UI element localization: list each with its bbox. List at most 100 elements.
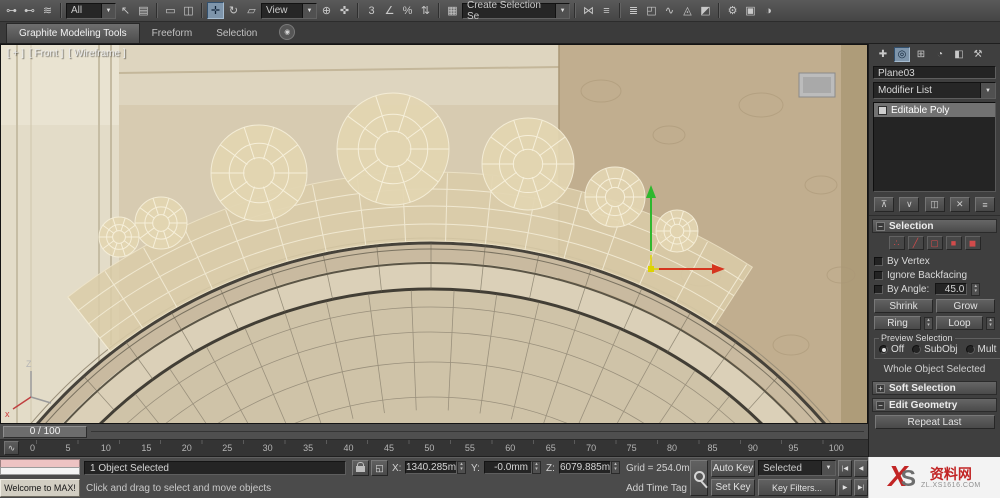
spinner-snap-icon[interactable]: ⇅ [417, 2, 434, 19]
grow-button[interactable]: Grow [936, 299, 995, 313]
selection-filter-dropdown[interactable]: All ▼ [66, 2, 116, 19]
ignore-backfacing-checkbox[interactable]: Ignore Backfacing [874, 268, 995, 282]
manage-layers-icon[interactable]: ≣ [625, 2, 642, 19]
loop-spinner[interactable]: ▴ ▾ [986, 316, 995, 330]
align-icon[interactable]: ≡ [598, 2, 615, 19]
spin-down-icon[interactable]: ▾ [925, 322, 932, 328]
graphite-ribbon-toggle-icon[interactable]: ◰ [643, 2, 660, 19]
spin-down-icon[interactable]: ▾ [533, 467, 540, 472]
selection-status-field[interactable]: 1 Object Selected [84, 461, 346, 475]
go-to-start-button[interactable]: |◀ [838, 460, 852, 477]
tab-selection[interactable]: Selection [204, 24, 269, 43]
rendered-frame-window-icon[interactable]: ▣ [742, 2, 759, 19]
element-subobject-icon[interactable]: ◼ [964, 236, 981, 250]
spin-down-icon[interactable]: ▾ [987, 322, 994, 328]
tab-freeform[interactable]: Freeform [140, 24, 205, 43]
vertex-subobject-icon[interactable]: ∴ [888, 236, 905, 250]
viewport-menu-general[interactable]: [ + ] [7, 48, 24, 59]
x-coordinate-field[interactable]: 1340.285m [405, 461, 457, 474]
modifier-list-dropdown[interactable]: Modifier List ▼ [873, 82, 996, 99]
object-name-field[interactable]: Plane03 [873, 66, 996, 79]
shrink-button[interactable]: Shrink [874, 299, 933, 313]
bind-to-space-warp-icon[interactable]: ≋ [39, 2, 56, 19]
select-and-scale-icon[interactable]: ▱ [243, 2, 260, 19]
spin-down-icon[interactable]: ▾ [612, 467, 619, 472]
mirror-icon[interactable]: ⋈ [580, 2, 597, 19]
maxscript-mini-listener[interactable] [0, 459, 80, 475]
curve-editor-icon[interactable]: ∿ [661, 2, 678, 19]
polygon-subobject-icon[interactable]: ■ [945, 236, 962, 250]
expand-icon[interactable]: − [876, 221, 885, 231]
create-tab[interactable]: ✚ [875, 47, 891, 62]
add-time-tag[interactable]: Add Time Tag [626, 483, 687, 494]
y-spinner[interactable]: ▴ ▾ [532, 461, 541, 474]
key-filter-dropdown[interactable]: Selected ▼ [758, 460, 836, 476]
reference-coordinate-dropdown[interactable]: View ▼ [261, 2, 317, 19]
rollout-selection[interactable]: − Selection [872, 219, 997, 233]
preview-subobj-radio[interactable]: SubObj [912, 344, 958, 355]
key-filters-button[interactable]: Key Filters... [758, 479, 836, 496]
modifier-stack[interactable]: Editable Poly [873, 102, 996, 192]
viewport-menu-shading[interactable]: [ Wireframe ] [68, 48, 125, 59]
viewport-menu-view[interactable]: [ Front ] [29, 48, 63, 59]
by-angle-field[interactable]: 45.0 [935, 283, 968, 295]
utilities-tab[interactable]: ⚒ [970, 47, 986, 62]
y-coordinate-field[interactable]: -0.0mm [484, 461, 532, 474]
x-spinner[interactable]: ▴ ▾ [457, 461, 466, 474]
set-key-button[interactable]: Set Key [711, 479, 755, 496]
preview-mult-radio[interactable]: Mult [965, 344, 996, 355]
select-by-name-icon[interactable]: ▤ [135, 2, 152, 19]
spin-down-icon[interactable]: ▾ [972, 288, 979, 294]
timeline-ruler[interactable]: ∿ 0 5 10 15 20 25 30 35 40 45 50 55 60 65 70 75 80 85 90 95… [0, 440, 868, 457]
expand-icon[interactable]: − [876, 400, 885, 410]
snaps-toggle-icon[interactable]: 3 [363, 2, 380, 19]
named-selection-set-dropdown[interactable]: Create Selection Se ▼ [462, 0, 570, 22]
percent-snap-icon[interactable]: % [399, 2, 416, 19]
selection-lock-toggle[interactable] [352, 460, 369, 476]
select-and-manipulate-icon[interactable]: ✜ [336, 2, 353, 19]
edit-named-selection-sets-icon[interactable]: ▦ [444, 2, 461, 19]
rollout-soft-selection[interactable]: + Soft Selection [872, 381, 997, 395]
hierarchy-tab[interactable]: ⊞ [913, 47, 929, 62]
z-spinner[interactable]: ▴ ▾ [611, 461, 620, 474]
stack-item-editable-poly[interactable]: Editable Poly [874, 103, 995, 117]
material-editor-icon[interactable]: ◩ [697, 2, 714, 19]
ribbon-minimize-button[interactable]: ◉ [279, 24, 296, 40]
ring-spinner[interactable]: ▴ ▾ [924, 316, 933, 330]
preview-off-radio[interactable]: Off [879, 344, 904, 355]
time-slider-groove[interactable] [91, 431, 864, 432]
by-angle-spinner[interactable]: ▴ ▾ [971, 282, 981, 296]
pin-stack-button[interactable]: ⊼ [874, 197, 894, 212]
ring-button[interactable]: Ring [874, 316, 921, 330]
render-production-icon[interactable]: ◑ [760, 2, 777, 19]
tab-graphite-modeling-tools[interactable]: Graphite Modeling Tools [6, 23, 140, 43]
loop-button[interactable]: Loop [936, 316, 983, 330]
select-object-icon[interactable]: ↖ [117, 2, 134, 19]
rectangular-selection-region-icon[interactable]: ▭ [162, 2, 179, 19]
rollout-edit-geometry[interactable]: − Edit Geometry [872, 398, 997, 412]
spin-down-icon[interactable]: ▾ [458, 467, 465, 472]
auto-key-button[interactable]: Auto Key [711, 460, 755, 477]
track-bar[interactable]: 0 / 100 [0, 424, 868, 440]
welcome-button[interactable]: Welcome to MAX! [0, 479, 80, 497]
modify-tab[interactable]: ◎ [894, 47, 910, 62]
border-subobject-icon[interactable]: ▢ [926, 236, 943, 250]
motion-tab[interactable]: ◔ [932, 47, 948, 62]
edge-subobject-icon[interactable]: ╱ [907, 236, 924, 250]
angle-snap-icon[interactable]: ∠ [381, 2, 398, 19]
time-slider-handle[interactable]: 0 / 100 [3, 425, 87, 438]
select-and-move-icon[interactable]: ✛ [207, 2, 224, 19]
make-unique-button[interactable]: ◫ [924, 197, 945, 212]
go-to-end-button[interactable]: ▶| [854, 479, 868, 496]
set-key-mode-button[interactable] [690, 460, 708, 496]
play-animation-button[interactable]: ▶ [838, 479, 852, 496]
z-coordinate-field[interactable]: 6079.885m [559, 461, 611, 474]
render-setup-icon[interactable]: ⚙ [724, 2, 741, 19]
display-tab[interactable]: ◧ [951, 47, 967, 62]
viewport-canvas[interactable]: Z x [1, 45, 867, 423]
show-end-result-button[interactable]: ∨ [899, 197, 920, 212]
absolute-mode-toggle[interactable]: ◱ [371, 460, 388, 476]
viewport-front[interactable]: [ + ] [ Front ] [ Wireframe ] Z x [0, 44, 868, 424]
window-crossing-toggle-icon[interactable]: ◫ [180, 2, 197, 19]
remove-modifier-button[interactable]: ✕ [949, 197, 970, 212]
